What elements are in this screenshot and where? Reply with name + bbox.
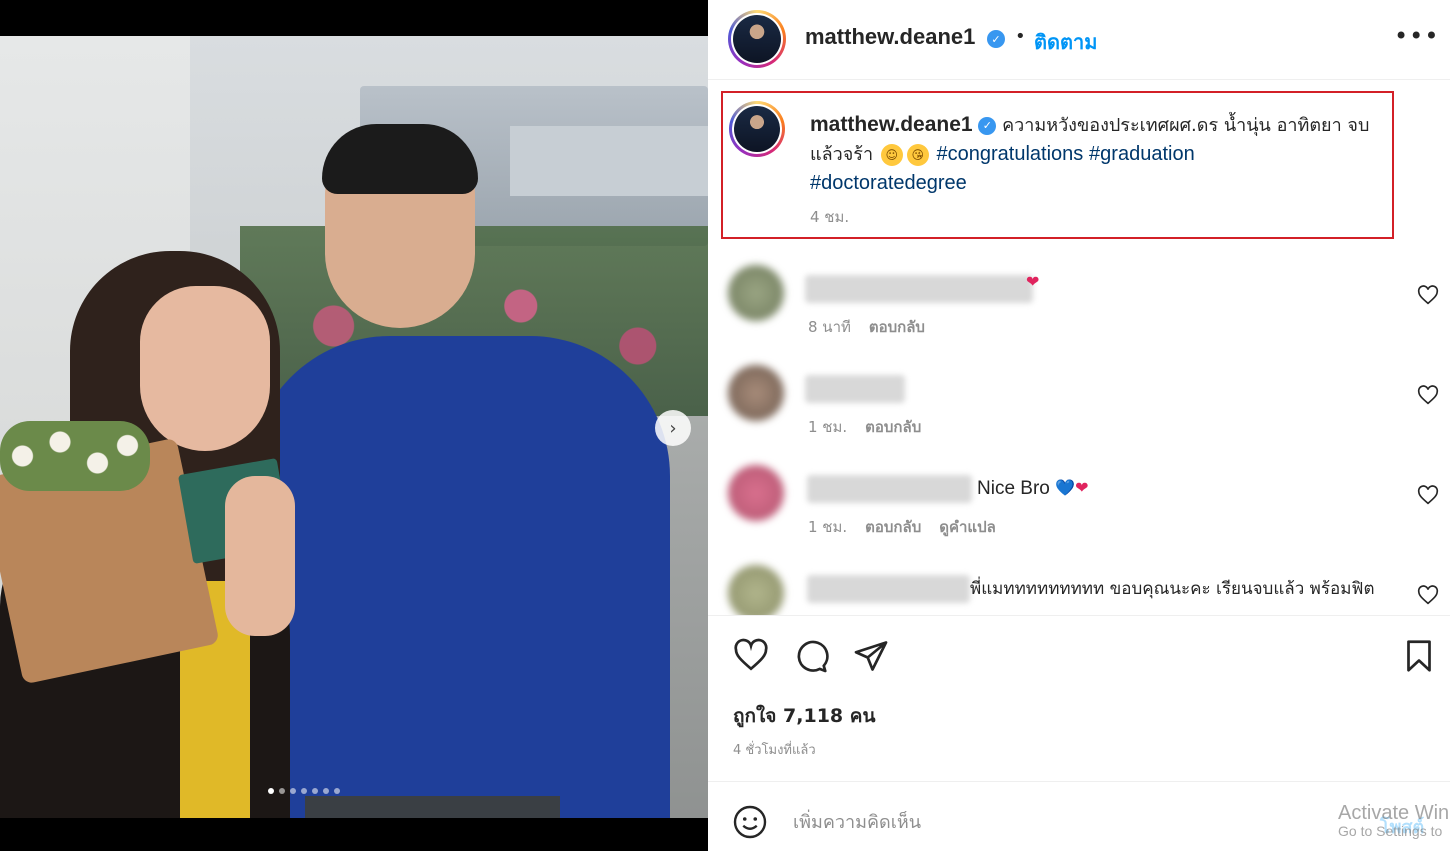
comment-meta: 8 นาที ตอบกลับ — [808, 315, 925, 339]
caption-username[interactable]: matthew.deane1 — [810, 113, 973, 136]
commenter-username-blurred[interactable] — [807, 575, 970, 603]
hearts-emoji-icon: 💙❤ — [1055, 480, 1089, 497]
carousel-dot — [323, 788, 329, 794]
separator-dot: • — [1015, 26, 1026, 47]
comment-text: Nice Bro 💙❤ — [977, 475, 1088, 503]
post-header: matthew.deane1 ✓ • ติดตาม ••• — [708, 0, 1450, 80]
verified-badge-icon: ✓ — [987, 30, 1005, 48]
post-time: 4 ชั่วโมงที่แล้ว — [733, 743, 816, 758]
author-username[interactable]: matthew.deane1 — [805, 24, 975, 50]
comment-text: พี่แมททททททททท ขอบคุณนะคะ เรียนจบแล้ว พร… — [970, 579, 1375, 599]
hugging-face-emoji-icon: ☺ — [880, 144, 903, 166]
commenter-avatar[interactable] — [728, 365, 784, 421]
commenter-username-blurred[interactable] — [805, 375, 905, 403]
comment-item: 1 ชม. ตอบกลับ — [708, 355, 1450, 445]
reply-button[interactable]: ตอบกลับ — [865, 415, 921, 439]
carousel-dot — [268, 788, 274, 794]
save-bookmark-icon[interactable] — [1401, 638, 1437, 674]
comment-time: 1 ชม. — [808, 418, 848, 436]
like-comment-heart-icon[interactable] — [1416, 285, 1440, 307]
emoji-smile-icon[interactable] — [732, 804, 768, 840]
comment-bubble-icon[interactable] — [793, 638, 829, 674]
carousel-dot — [301, 788, 307, 794]
like-comment-heart-icon[interactable] — [1416, 585, 1440, 607]
commenter-avatar[interactable] — [728, 265, 784, 321]
heart-emoji-icon: ❤ — [1026, 274, 1040, 291]
hashtag-link[interactable]: #congratulations — [937, 143, 1084, 165]
comment-time: 8 นาที — [808, 318, 851, 336]
commenter-username-blurred[interactable] — [805, 275, 1033, 303]
comment-meta: 1 ชม. ตอบกลับ — [808, 415, 921, 439]
caption-author-avatar[interactable] — [729, 101, 785, 157]
follow-button[interactable]: ติดตาม — [1034, 26, 1097, 58]
carousel-dot — [279, 788, 285, 794]
like-comment-heart-icon[interactable] — [1416, 385, 1440, 407]
next-image-button[interactable]: › — [655, 410, 691, 446]
photo-pane: › — [0, 0, 708, 851]
like-comment-heart-icon[interactable] — [1416, 485, 1440, 507]
commenter-username-blurred[interactable] — [807, 475, 972, 503]
carousel-dots — [268, 788, 340, 794]
caption-timestamp: 4 ชม. — [810, 208, 850, 226]
comment-time: 1 ชม. — [808, 518, 848, 536]
commenter-avatar[interactable] — [728, 465, 784, 521]
post-photo[interactable] — [0, 36, 708, 818]
reply-button[interactable]: ตอบกลับ — [869, 315, 925, 339]
carousel-dot — [312, 788, 318, 794]
verified-badge-icon: ✓ — [978, 117, 997, 135]
comment-item: Nice Bro 💙❤ 1 ชม. ตอบกลับ ดูคำแปล — [708, 455, 1450, 545]
see-translation-button[interactable]: ดูคำแปล — [939, 515, 996, 539]
likes-count[interactable]: ถูกใจ 7,118 คน — [733, 701, 875, 731]
kissing-face-emoji-icon: 😘 — [906, 144, 929, 166]
comment-item: ❤ 8 นาที ตอบกลับ — [708, 255, 1450, 345]
post-actions: ถูกใจ 7,118 คน 4 ชั่วโมงที่แล้ว — [708, 615, 1450, 781]
caption-text: matthew.deane1 ✓ ความหวังของประเทศผศ.ดร … — [810, 111, 1390, 198]
comment-meta: 1 ชม. ตอบกลับ ดูคำแปล — [808, 515, 996, 539]
more-options-icon[interactable]: ••• — [1394, 22, 1439, 50]
author-avatar[interactable] — [728, 10, 786, 68]
hashtag-link[interactable]: #doctoratedegree — [810, 172, 967, 194]
chevron-right-icon: › — [669, 417, 677, 439]
caption-highlight: matthew.deane1 ✓ ความหวังของประเทศผศ.ดร … — [721, 91, 1394, 239]
like-heart-icon[interactable] — [733, 638, 769, 674]
carousel-dot — [334, 788, 340, 794]
windows-activation-watermark: Activate Win Go to Settings to — [1338, 802, 1450, 839]
post-side-panel: matthew.deane1 ✓ • ติดตาม ••• matthew.de… — [708, 0, 1450, 851]
share-send-icon[interactable] — [853, 638, 889, 674]
carousel-dot — [290, 788, 296, 794]
comment-list[interactable]: ❤ 8 นาที ตอบกลับ 1 ชม. ตอบกลับ Nice Bro … — [708, 245, 1450, 615]
reply-button[interactable]: ตอบกลับ — [865, 515, 921, 539]
hashtag-link[interactable]: #graduation — [1089, 143, 1195, 165]
comment-input[interactable] — [793, 804, 1313, 840]
comment-item: พี่แมททททททททท ขอบคุณนะคะ เรียนจบแล้ว พร… — [708, 555, 1450, 615]
commenter-avatar[interactable] — [728, 565, 784, 615]
